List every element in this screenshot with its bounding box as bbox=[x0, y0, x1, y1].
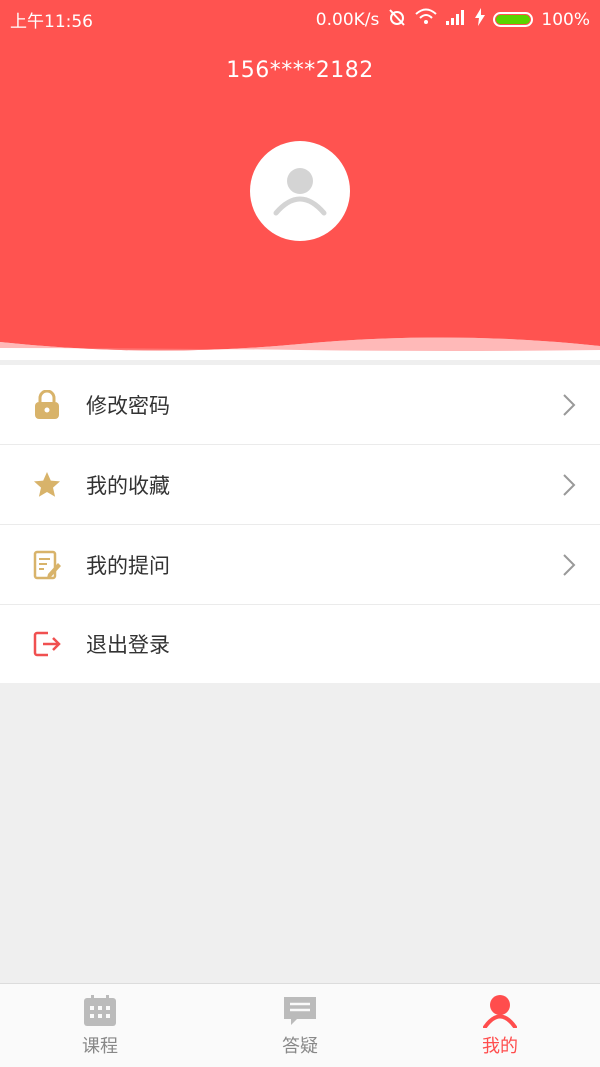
wifi-icon bbox=[415, 8, 438, 31]
status-bar: 上午11:56 0.00K/s 100% bbox=[0, 0, 600, 34]
status-time: 上午11:56 bbox=[10, 12, 93, 32]
menu-item-my-questions[interactable]: 我的提问 bbox=[0, 525, 600, 605]
tab-label: 我的 bbox=[482, 1036, 518, 1057]
tab-mine[interactable]: 我的 bbox=[400, 984, 600, 1067]
avatar[interactable] bbox=[250, 141, 350, 241]
edit-note-icon bbox=[32, 550, 62, 580]
alarm-off-icon bbox=[387, 7, 407, 32]
battery-icon bbox=[493, 12, 534, 27]
tab-label: 课程 bbox=[82, 1036, 118, 1057]
menu-item-logout[interactable]: 退出登录 bbox=[0, 605, 600, 683]
calendar-grid-icon bbox=[83, 994, 117, 1028]
menu-label: 退出登录 bbox=[86, 633, 170, 657]
menu-item-favorites[interactable]: 我的收藏 bbox=[0, 445, 600, 525]
menu-label: 我的收藏 bbox=[86, 473, 170, 498]
logout-icon bbox=[32, 629, 62, 659]
menu-item-change-password[interactable]: 修改密码 bbox=[0, 365, 600, 445]
network-speed: 0.00K/s bbox=[315, 9, 380, 30]
tab-label: 答疑 bbox=[282, 1036, 318, 1057]
message-list-icon bbox=[283, 994, 317, 1028]
tab-courses[interactable]: 课程 bbox=[0, 984, 200, 1067]
charging-icon bbox=[475, 8, 486, 31]
header-wave bbox=[0, 337, 600, 360]
chevron-right-icon bbox=[562, 473, 576, 501]
menu-label: 修改密码 bbox=[86, 393, 170, 418]
signal-icon bbox=[445, 9, 467, 30]
chevron-right-icon bbox=[562, 553, 576, 581]
lock-icon bbox=[32, 389, 62, 420]
star-icon bbox=[32, 470, 62, 500]
user-placeholder-icon bbox=[273, 168, 327, 216]
battery-level: 100% bbox=[541, 9, 590, 30]
chevron-right-icon bbox=[562, 393, 576, 421]
user-phone: 156****2182 bbox=[226, 58, 374, 83]
settings-menu: 修改密码 我的收藏 我的提问 退出登录 bbox=[0, 365, 600, 683]
bottom-tab-bar: 课程 答疑 我的 bbox=[0, 983, 600, 1067]
user-icon bbox=[483, 994, 517, 1028]
tab-qa[interactable]: 答疑 bbox=[200, 984, 400, 1067]
menu-label: 我的提问 bbox=[86, 553, 170, 578]
